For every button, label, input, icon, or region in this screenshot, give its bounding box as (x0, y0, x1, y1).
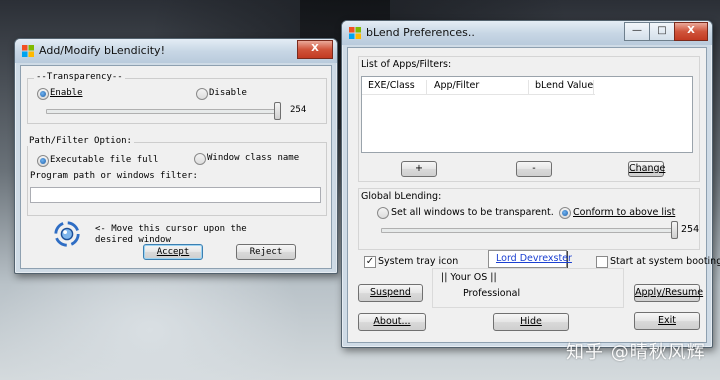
cursor-finder-icon[interactable] (53, 220, 81, 248)
column-header[interactable]: EXE/Class (368, 80, 427, 94)
window-class-radio[interactable] (194, 153, 206, 165)
preferences-client: List of Apps/Filters: EXE/Class App/Filt… (347, 47, 720, 343)
global-blending-legend: Global bLending: (361, 191, 442, 202)
program-path-input[interactable] (30, 187, 321, 203)
close-button[interactable]: X (297, 40, 333, 59)
close-icon: X (311, 43, 319, 54)
conform-list-label[interactable]: Conform to above list (573, 207, 675, 218)
author-link-box[interactable]: Lord Devrexster (488, 250, 572, 268)
path-filter-group: Path/Filter Option: Executable file full… (27, 136, 327, 216)
column-header[interactable]: bLend Value (535, 80, 594, 94)
author-link[interactable]: Lord Devrexster (496, 253, 572, 264)
change-button[interactable]: Change (628, 161, 666, 177)
transparency-slider-track[interactable] (46, 109, 280, 114)
add-modify-window: Add/Modify bLendicity! X --Transparency-… (14, 38, 338, 274)
all-windows-radio[interactable] (377, 207, 389, 219)
apps-filters-group: List of Apps/Filters: EXE/Class App/Filt… (358, 56, 700, 182)
executable-file-label[interactable]: Executable file full (50, 155, 158, 165)
start-boot-label[interactable]: Start at system booting. (610, 256, 720, 267)
path-filter-legend: Path/Filter Option: (27, 136, 134, 146)
global-slider-value: 254 (681, 224, 700, 235)
column-header[interactable]: App/Filter (434, 80, 529, 94)
os-caption: || Your OS || (441, 272, 497, 283)
title-bar[interactable]: bLend Preferences.. — □ X (342, 21, 712, 45)
enable-radio[interactable] (37, 88, 49, 100)
blend-preferences-window: bLend Preferences.. — □ X List of Apps/F… (341, 20, 720, 348)
apply-resume-label: Apply/Resume (635, 287, 704, 298)
transparency-group: --Transparency-- Enable Disable 254 (27, 72, 327, 124)
suspend-label: Suspend (370, 287, 411, 298)
transparency-slider-thumb[interactable] (274, 102, 282, 120)
program-path-label: Program path or windows filter: (30, 171, 198, 181)
close-button[interactable]: X (674, 22, 708, 41)
system-tray-checkbox[interactable]: ✓ (364, 256, 376, 268)
about-button[interactable]: About... (358, 313, 426, 331)
disable-label[interactable]: Disable (209, 88, 247, 98)
hide-label: Hide (520, 316, 542, 327)
change-label: Change (629, 163, 666, 174)
apply-resume-button[interactable]: Apply/Resume (634, 284, 704, 302)
title-bar[interactable]: Add/Modify bLendicity! X (15, 39, 337, 63)
minimize-button[interactable]: — (624, 22, 650, 41)
apps-filters-legend: List of Apps/Filters: (361, 59, 452, 70)
list-header: EXE/Class App/Filter bLend Value (362, 77, 595, 95)
suspend-button[interactable]: Suspend (358, 284, 423, 302)
global-blending-group: Global bLending: Set all windows to be t… (358, 188, 700, 250)
windows-logo-icon (349, 27, 361, 39)
os-panel: || Your OS || Professional (432, 268, 624, 308)
window-class-label[interactable]: Window class name (207, 153, 299, 163)
cursor-hint: <- Move this cursor upon the desired win… (95, 224, 247, 245)
global-slider-thumb[interactable] (670, 221, 678, 239)
watermark: 知乎 @晴秋风辉 (566, 342, 706, 363)
about-label: About... (373, 316, 411, 327)
enable-label[interactable]: Enable (50, 88, 83, 98)
exit-label: Exit (658, 315, 676, 326)
add-button[interactable]: + (401, 161, 437, 177)
window-title: Add/Modify bLendicity! (39, 44, 165, 57)
maximize-icon: □ (657, 25, 667, 36)
all-windows-label[interactable]: Set all windows to be transparent. (391, 207, 554, 218)
remove-button[interactable]: - (516, 161, 552, 177)
apps-list[interactable]: EXE/Class App/Filter bLend Value (361, 76, 693, 153)
os-value: Professional (463, 288, 521, 299)
reject-label: Reject (249, 247, 283, 257)
add-modify-client: --Transparency-- Enable Disable 254 Path… (20, 65, 332, 269)
add-label: + (415, 163, 423, 174)
remove-label: - (532, 163, 536, 174)
window-title: bLend Preferences.. (366, 26, 475, 39)
executable-file-radio[interactable] (37, 155, 49, 167)
reject-button[interactable]: Reject (236, 244, 296, 260)
accept-button[interactable]: Accept (143, 244, 203, 260)
disable-radio[interactable] (196, 88, 208, 100)
conform-list-radio[interactable] (559, 207, 571, 219)
accept-label: Accept (156, 247, 190, 257)
exit-button[interactable]: Exit (634, 312, 700, 330)
windows-logo-icon (22, 45, 34, 57)
hide-button[interactable]: Hide (493, 313, 569, 331)
global-slider-track[interactable] (381, 228, 677, 233)
system-tray-label[interactable]: System tray icon (378, 256, 458, 267)
transparency-legend: --Transparency-- (34, 72, 125, 82)
minimize-icon: — (632, 25, 642, 36)
maximize-button[interactable]: □ (649, 22, 675, 41)
close-icon: X (687, 25, 695, 36)
transparency-value: 254 (290, 105, 307, 115)
start-boot-checkbox[interactable] (596, 256, 608, 268)
